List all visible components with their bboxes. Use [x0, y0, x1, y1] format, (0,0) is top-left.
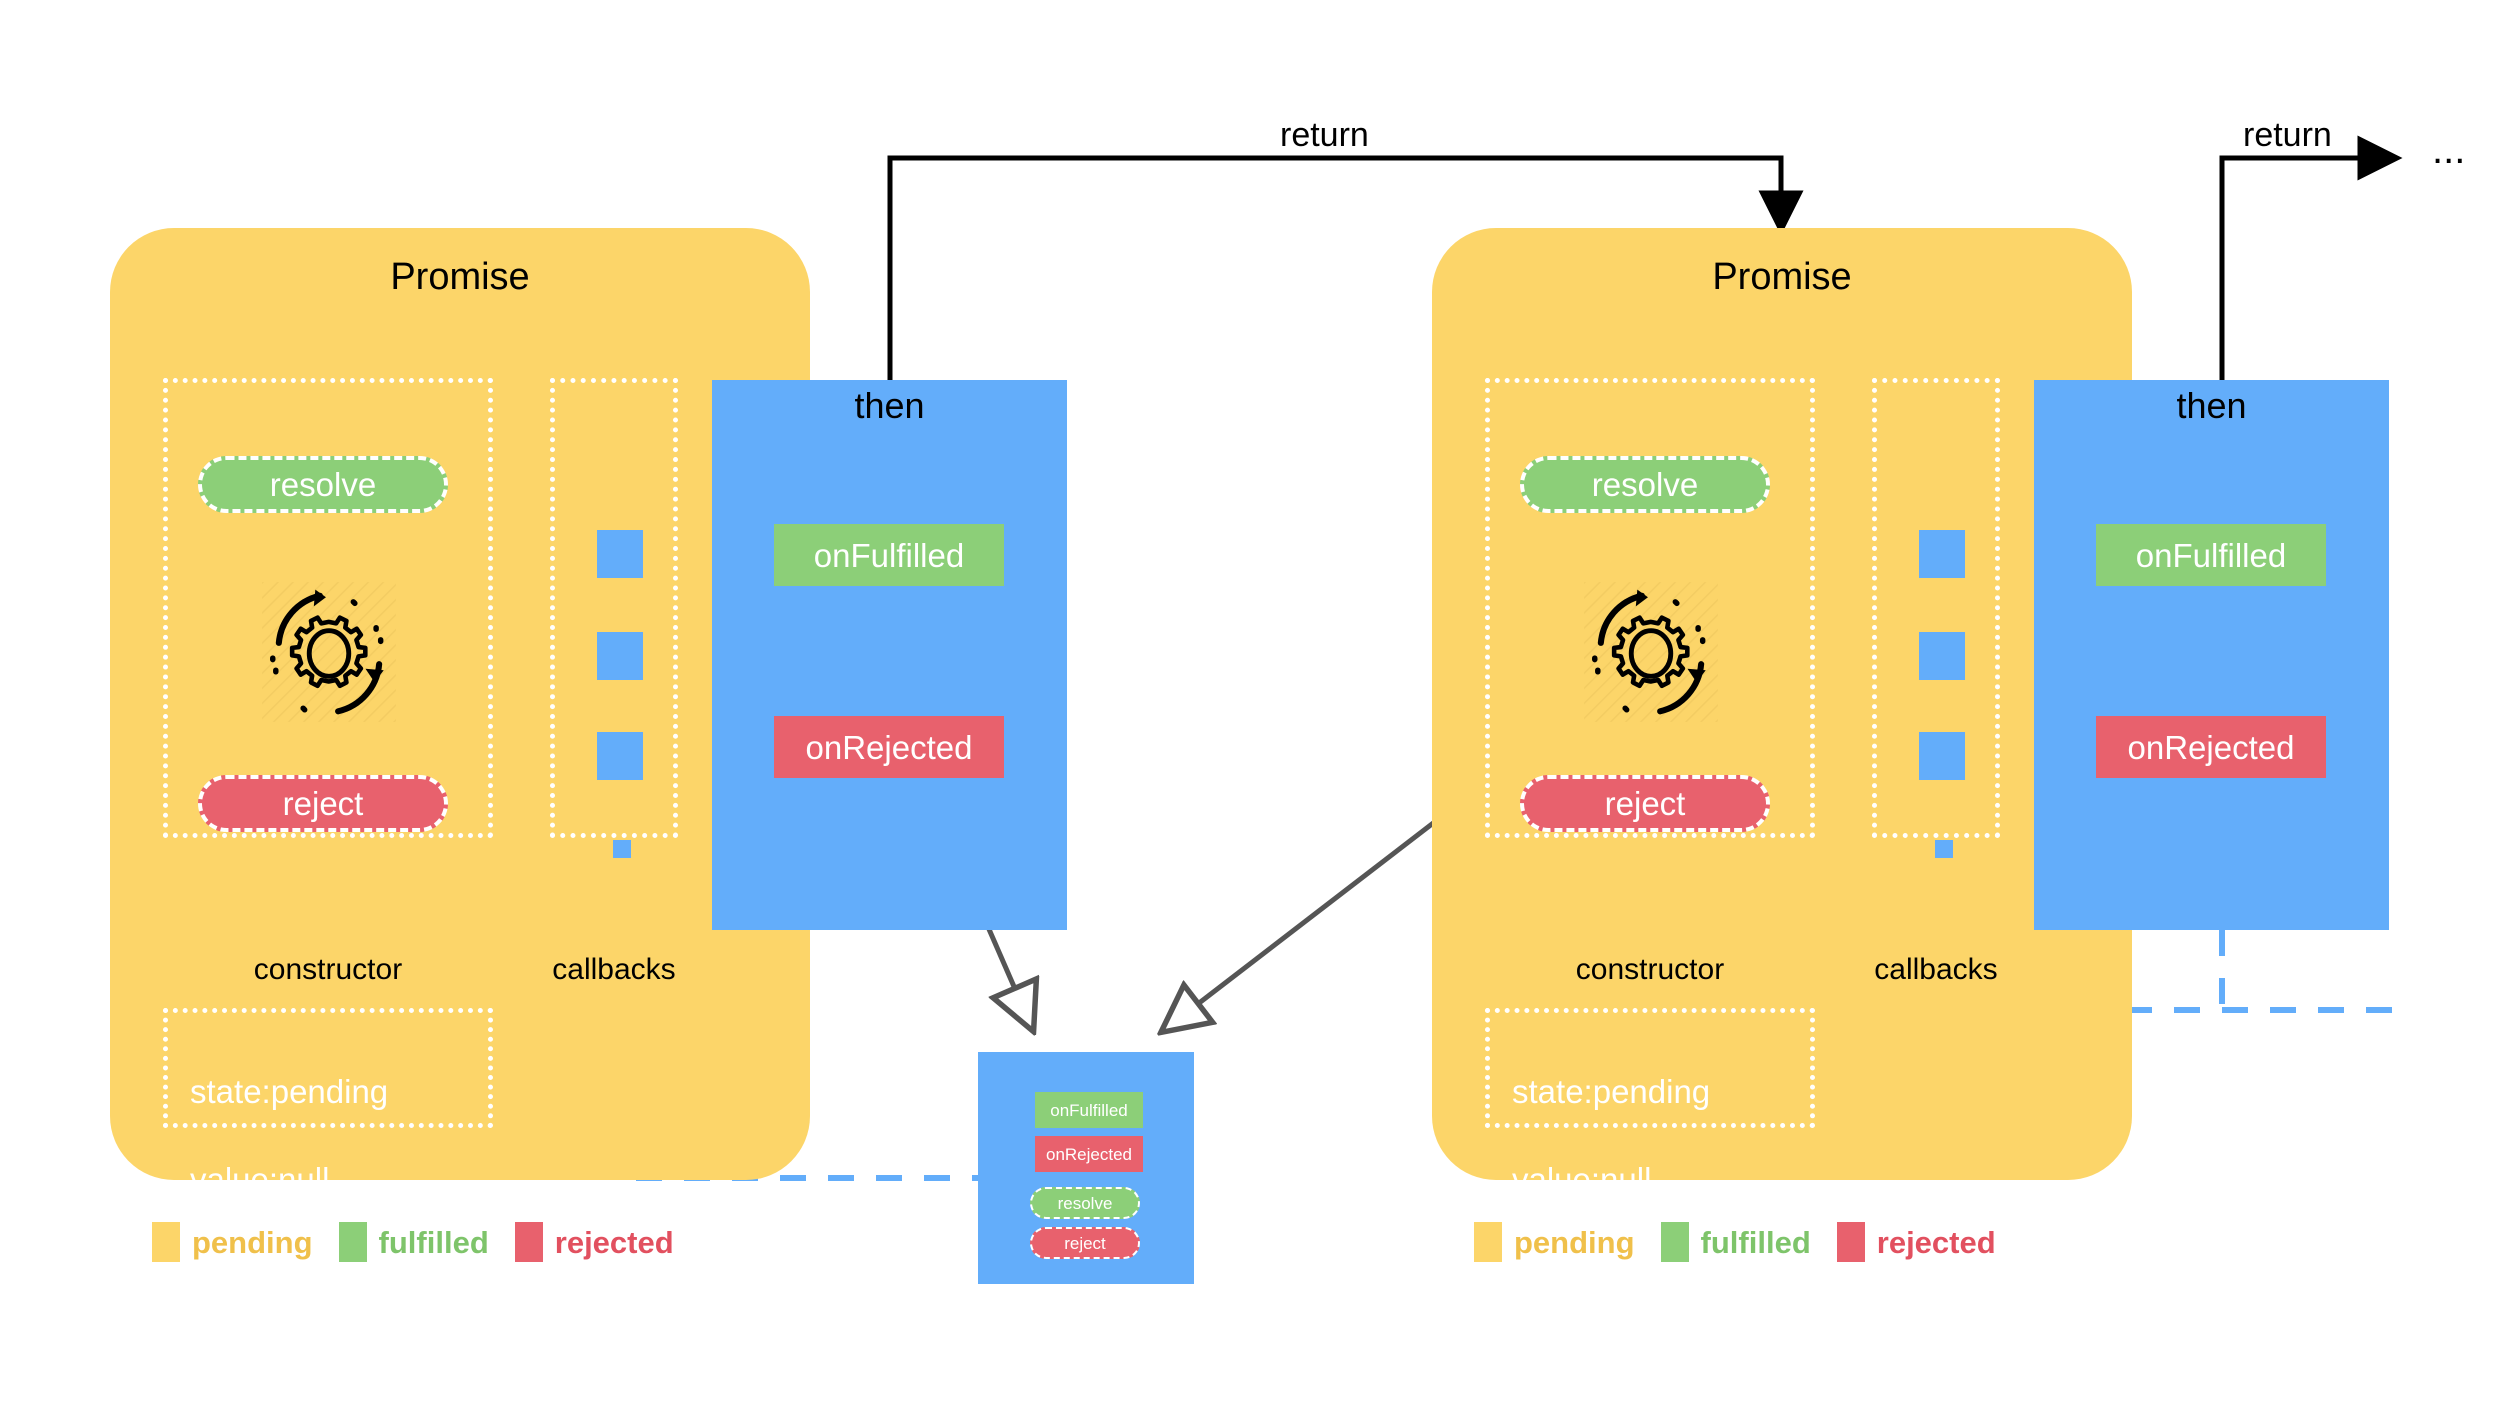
callback-slot-right-3[interactable]: [1919, 732, 1965, 780]
legend-label-fulfilled-right: fulfilled: [1700, 1224, 1811, 1260]
on-rejected-left[interactable]: onRejected: [774, 716, 1004, 778]
return-label-left: return: [1280, 116, 1369, 154]
legend-item-fulfilled-left: fulfilled: [338, 1222, 489, 1262]
callback-slot-right-1[interactable]: [1919, 530, 1965, 578]
callback-slot-right-2[interactable]: [1919, 632, 1965, 680]
then-box-right[interactable]: then onFulfilled onRejected: [2034, 380, 2389, 930]
resolve-pill-left[interactable]: resolve: [198, 456, 448, 513]
return-arrow-right: [2219, 135, 2403, 385]
resolve-pill-right[interactable]: resolve: [1520, 456, 1770, 513]
callback-slot-left-1[interactable]: [597, 530, 643, 578]
callback-slot-left-3[interactable]: [597, 732, 643, 780]
gear-refresh-icon-left: [252, 576, 406, 728]
constructor-caption-right: constructor: [1575, 953, 1725, 986]
legend-item-fulfilled-right: fulfilled: [1660, 1222, 1811, 1262]
state-value-left: state:pending value:null: [190, 1026, 388, 1246]
mini-resolve-label: resolve: [1057, 1193, 1113, 1213]
gear-refresh-icon-right: [1574, 576, 1728, 728]
mini-promise-box[interactable]: onFulfilled onRejected resolve reject: [978, 1052, 1194, 1284]
promise-title-right: Promise: [1712, 256, 1852, 298]
return-label-right: return: [2243, 116, 2332, 154]
legend-left: pending fulfilled rejected: [152, 1222, 700, 1262]
mini-resolve-pill[interactable]: resolve: [1030, 1187, 1140, 1219]
then-title-left: then: [854, 385, 925, 426]
callback-link-node-left: [613, 840, 631, 858]
then-title-right: then: [2176, 385, 2247, 426]
legend-swatch-pending-right: [1474, 1222, 1502, 1262]
mini-reject-pill[interactable]: reject: [1030, 1227, 1140, 1259]
on-fulfilled-label-left: onFulfilled: [813, 536, 965, 574]
legend-swatch-fulfilled-right: [1660, 1222, 1689, 1262]
legend-label-fulfilled-left: fulfilled: [378, 1224, 489, 1260]
promise-diagram-canvas: return return ... Promise resolve reject…: [0, 0, 2500, 1406]
reject-pill-label-right: reject: [1604, 785, 1686, 822]
on-rejected-label-right: onRejected: [2127, 728, 2295, 766]
then-box-left[interactable]: then onFulfilled onRejected: [712, 380, 1067, 930]
on-fulfilled-label-right: onFulfilled: [2135, 536, 2287, 574]
on-fulfilled-right[interactable]: onFulfilled: [2096, 524, 2326, 586]
mini-reject-label: reject: [1064, 1233, 1106, 1253]
mini-on-fulfilled-label: onFulfilled: [1050, 1100, 1128, 1120]
state-line-right: state:pending: [1512, 1073, 1711, 1110]
legend-swatch-pending-left: [152, 1222, 180, 1262]
legend-label-rejected-right: rejected: [1876, 1224, 1996, 1260]
mini-on-rejected-label: onRejected: [1045, 1144, 1132, 1164]
callback-slot-left-2[interactable]: [597, 632, 643, 680]
callbacks-caption-right: callbacks: [1874, 953, 1998, 986]
legend-swatch-rejected-left: [514, 1222, 543, 1262]
legend-swatch-rejected-right: [1836, 1222, 1865, 1262]
resolve-pill-label-right: resolve: [1591, 466, 1699, 503]
reject-pill-left[interactable]: reject: [198, 775, 448, 832]
mini-on-fulfilled[interactable]: onFulfilled: [1035, 1092, 1143, 1128]
state-line-left: state:pending: [190, 1073, 389, 1110]
constructor-caption-left: constructor: [253, 953, 403, 986]
on-fulfilled-left[interactable]: onFulfilled: [774, 524, 1004, 586]
callback-link-node-right: [1935, 840, 1953, 858]
legend-right: pending fulfilled rejected: [1474, 1222, 2022, 1262]
legend-label-pending-left: pending: [192, 1224, 313, 1260]
on-rejected-label-left: onRejected: [805, 728, 973, 766]
legend-label-rejected-left: rejected: [554, 1224, 674, 1260]
legend-swatch-fulfilled-left: [338, 1222, 367, 1262]
state-value-right: state:pending value:null: [1512, 1026, 1710, 1246]
legend-item-rejected-right: rejected: [1836, 1222, 1996, 1262]
value-line-right: value:null: [1512, 1161, 1652, 1198]
promise-title-left: Promise: [390, 256, 530, 298]
callbacks-caption-left: callbacks: [552, 953, 676, 986]
mini-on-rejected[interactable]: onRejected: [1035, 1136, 1143, 1172]
legend-item-pending-left: pending: [152, 1222, 313, 1262]
legend-item-pending-right: pending: [1474, 1222, 1635, 1262]
value-line-left: value:null: [190, 1161, 330, 1198]
legend-item-rejected-left: rejected: [514, 1222, 674, 1262]
on-rejected-right[interactable]: onRejected: [2096, 716, 2326, 778]
chain-ellipsis-label: ...: [2432, 128, 2466, 172]
reject-pill-right[interactable]: reject: [1520, 775, 1770, 832]
reject-pill-label-left: reject: [282, 785, 364, 822]
legend-label-pending-right: pending: [1514, 1224, 1635, 1260]
resolve-pill-label-left: resolve: [269, 466, 377, 503]
